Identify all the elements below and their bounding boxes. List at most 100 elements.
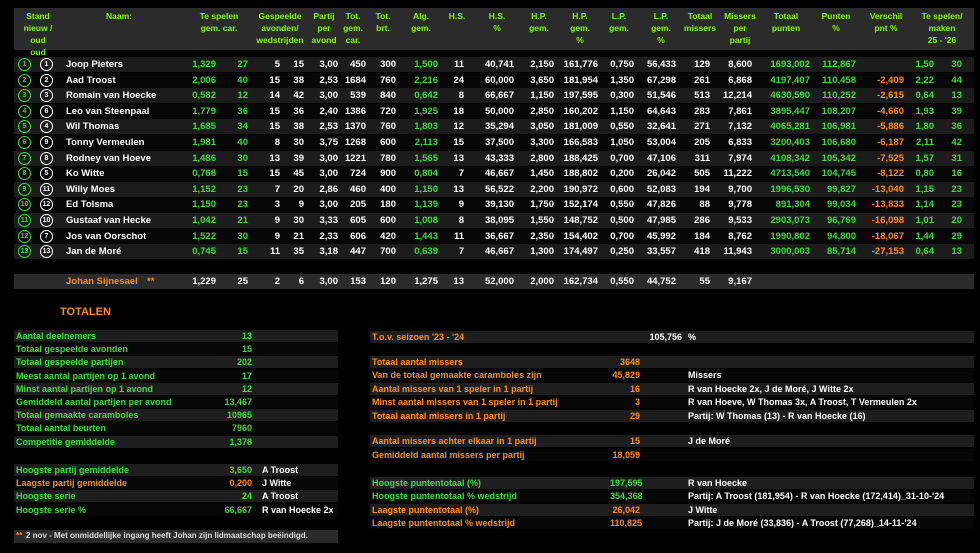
guest-hp: 2,000 (530, 276, 554, 287)
cell-gem: 1,150 (192, 199, 216, 211)
rank-new-badge: 2 (18, 73, 31, 87)
header-hs-pct: H.S. % (488, 11, 506, 33)
stat-value: 3648 (619, 357, 640, 367)
cell-missp: 12,214 (722, 90, 752, 102)
cell-hp: 3,050 (530, 121, 554, 133)
stat-value: 3,650 (229, 465, 252, 475)
rank-new-badge: 4 (18, 104, 31, 118)
header-te-spelen-maken: Te spelen/ maken 25 - '26 (921, 11, 963, 45)
cell-av: 13 (269, 152, 280, 164)
cell-av: 9 (274, 215, 280, 226)
cell-car: 21 (237, 215, 248, 226)
cell-av: 7 (274, 183, 280, 195)
cell-wd: 15 (293, 59, 304, 70)
rank-old-badge: 6 (40, 104, 53, 118)
cell-brt: 840 (380, 90, 396, 102)
cell-totcar: 205 (350, 199, 366, 211)
table-row: 2 2 Aad Troost 2,006 40 15 38 2,53 1684 760 2,216 2… (14, 72, 974, 88)
cell-alg: 1,008 (414, 215, 438, 226)
cell-car: 23 (237, 183, 248, 195)
cell-miss: 261 (694, 74, 710, 86)
cell-tsc: 42 (951, 137, 962, 148)
stat-label: Laagste partij gemiddelde (16, 478, 128, 489)
stat-extra: R van Hoecke (688, 478, 748, 488)
cell-car: 12 (237, 90, 248, 102)
cell-lppct: 26,042 (646, 168, 676, 180)
header-hp-pct: H.P. gem. % (570, 11, 590, 45)
rank-new-badge: 5 (18, 120, 31, 134)
header-hs: H.S. (448, 11, 466, 21)
cell-tsg: 1,57 (915, 152, 935, 164)
cell-hs: 18 (453, 105, 464, 117)
stat-label: Minst aantal missers van 1 speler in 1 p… (372, 397, 558, 408)
cell-brt: 600 (380, 137, 396, 148)
cell-gem: 1,779 (192, 105, 216, 117)
guest-missp: 9,167 (728, 276, 752, 287)
cell-tsc: 23 (951, 199, 962, 211)
cell-wd: 20 (293, 183, 304, 195)
stat-extra: A Troost (262, 491, 299, 502)
cell-ppa: 2,86 (319, 183, 339, 195)
cell-lppct: 67,298 (646, 74, 676, 86)
cell-hp: 1,300 (530, 246, 554, 258)
cell-hppct: 197,595 (563, 90, 598, 102)
cell-hs: 12 (453, 121, 464, 133)
cell-pntpct: 99,827 (826, 183, 856, 195)
stat-label: Aantal missers achter elkaar in 1 partij (372, 436, 537, 446)
table-row: 12 7 Jos van Oorschot 1,522 30 9 21 2,33 606 420 1… (14, 228, 974, 244)
table-row: 7 8 Rodney van Hoeve 1,486 30 13 39 3,00 1221 780… (14, 150, 974, 166)
guest-lp: 0,550 (610, 276, 634, 287)
rank-old-badge: 13 (40, 245, 53, 259)
stat-value: 18,059 (612, 450, 640, 460)
cell-tsc: 39 (951, 105, 962, 117)
cell-wd: 39 (293, 152, 304, 164)
header-tot-gem: Tot. gem. car. (343, 11, 363, 45)
stat-row: Aantal deelnemers 13 (14, 330, 338, 342)
stat-label: Totaal gemaakte caramboles (16, 410, 139, 421)
cell-tsg: 1,93 (915, 105, 935, 117)
cell-hs: 15 (453, 137, 464, 148)
table-row: 8 5 Ko Witte 0,768 15 15 45 3,00 724 900 0,804 7 46,… (14, 166, 974, 182)
cell-name: Wil Thomas (66, 121, 120, 133)
rank-new-badge: 11 (18, 214, 31, 227)
cell-av: 15 (269, 105, 280, 117)
cell-hspct: 35,294 (484, 121, 514, 133)
cell-miss: 283 (694, 105, 710, 117)
cell-hppct: 190,972 (563, 183, 598, 195)
cell-gem: 0,768 (192, 168, 216, 180)
table-row: 10 12 Ed Tolsma 1,150 23 3 9 3,00 205 180 1,139 9 39… (14, 197, 974, 213)
cell-hs: 7 (458, 246, 464, 258)
cell-diff: -27,153 (871, 246, 904, 258)
rank-old-badge: 3 (40, 89, 53, 103)
stat-extra: A Troost (262, 465, 299, 475)
cell-totcar: 1268 (344, 137, 366, 148)
cell-hppct: 181,009 (563, 121, 598, 133)
header-lp-pct: L.P. gem. % (651, 11, 671, 45)
stat-value: 0,200 (229, 478, 252, 489)
cell-lp: 1,050 (610, 137, 634, 148)
cell-gem: 1,685 (192, 121, 216, 133)
cell-hp: 2,350 (530, 230, 554, 242)
cell-hspct: 66,667 (484, 90, 514, 102)
stat-extra: J de Moré (688, 436, 731, 446)
stat-label: Van de totaal gemaakte caramboles zijn (372, 370, 542, 381)
cell-ppa: 3,00 (319, 199, 339, 211)
cell-hs: 9 (458, 199, 464, 211)
cell-lp: 0,250 (610, 246, 634, 258)
cell-lppct: 64,643 (646, 105, 676, 117)
cell-hspct: 46,667 (484, 168, 514, 180)
cell-lp: 0,700 (610, 230, 634, 242)
cell-car: 36 (237, 105, 248, 117)
cell-hp: 2,800 (530, 152, 554, 164)
cell-hs: 24 (453, 74, 464, 86)
cell-av: 5 (274, 59, 280, 70)
cell-hp: 1,450 (530, 168, 554, 180)
cell-hppct: 160,202 (563, 105, 598, 117)
cell-hs: 7 (458, 168, 464, 180)
stat-label: Aantal missers van 1 speler in 1 partij (372, 383, 534, 394)
cell-hppct: 148,752 (563, 215, 598, 226)
cell-pnt: 4108,342 (770, 152, 810, 164)
cell-miss: 205 (694, 137, 710, 148)
cell-name: Romain van Hoecke (66, 90, 157, 102)
guest-ppa: 3,00 (319, 276, 339, 287)
